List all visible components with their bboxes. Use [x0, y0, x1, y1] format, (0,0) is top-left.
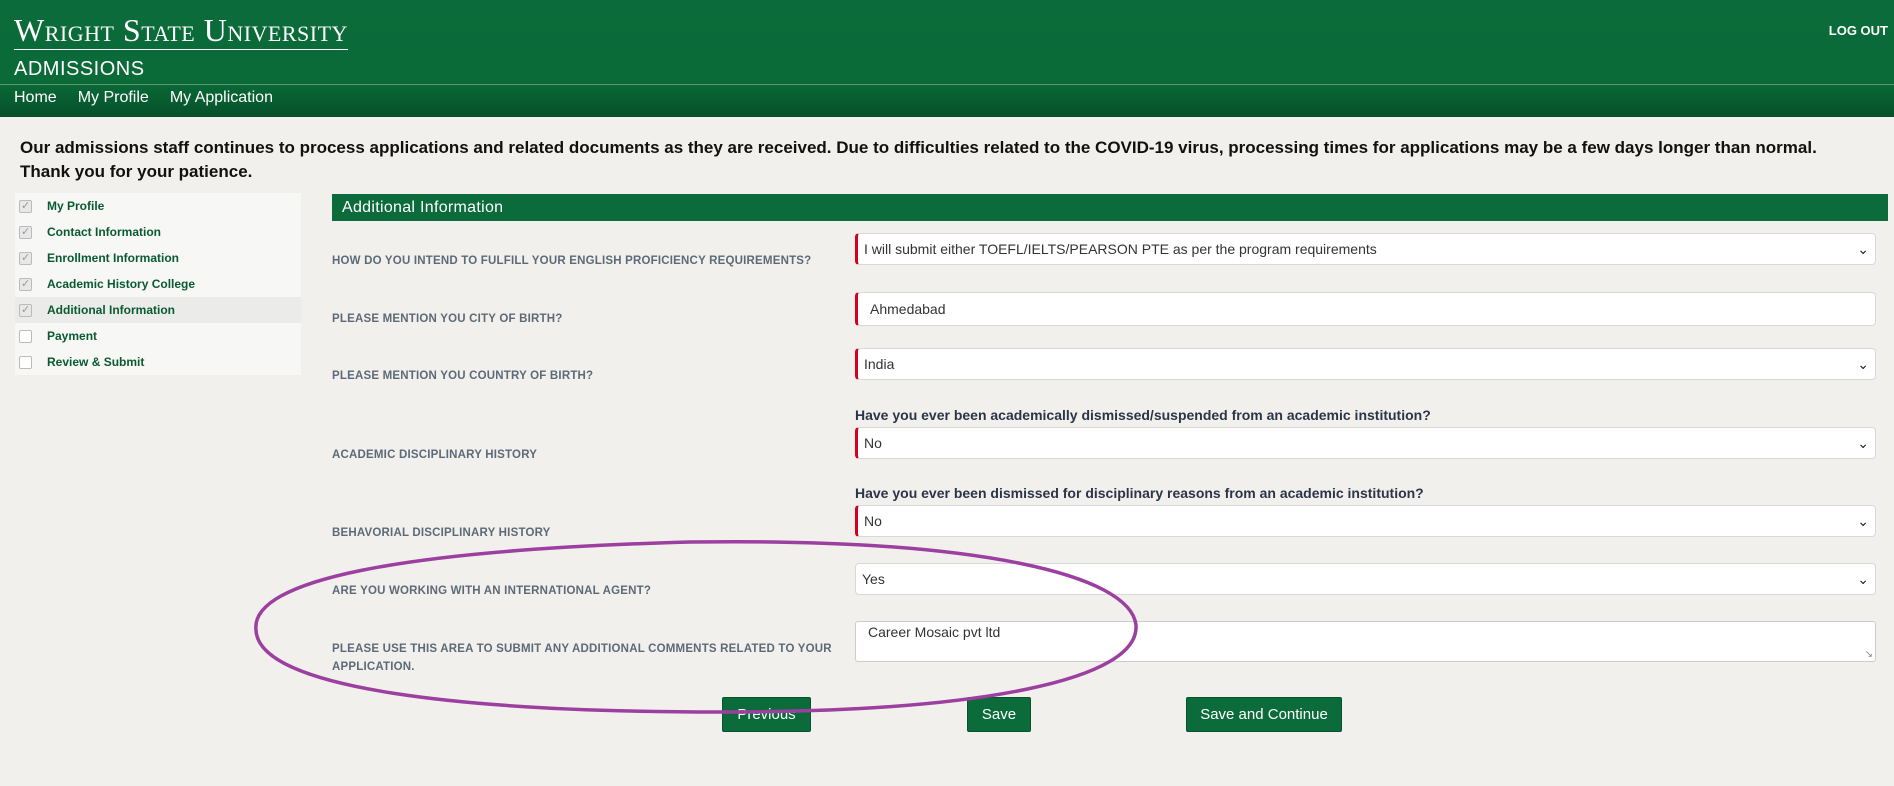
checkbox-icon: [19, 251, 32, 265]
country-of-birth-select[interactable]: India ⌄: [855, 348, 1876, 380]
chevron-down-icon: ⌄: [1857, 435, 1869, 451]
chevron-down-icon: ⌄: [1857, 513, 1869, 529]
save-and-continue-button[interactable]: Save and Continue: [1186, 697, 1342, 732]
sidebar-item-academic-history-college[interactable]: Academic History College: [15, 271, 301, 297]
international-agent-select[interactable]: Yes ⌄: [855, 563, 1876, 595]
city-of-birth-label: PLEASE MENTION YOU CITY OF BIRTH?: [332, 313, 563, 325]
chevron-down-icon: ⌄: [1857, 571, 1869, 587]
country-of-birth-value: India: [864, 356, 895, 372]
additional-comments-textarea[interactable]: Career Mosaic pvt ltd ↘: [855, 621, 1876, 662]
disciplinary-dismissal-question: Have you ever been dismissed for discipl…: [855, 485, 1424, 501]
logout-link[interactable]: LOG OUT: [1829, 23, 1888, 38]
additional-comments-label: PLEASE USE THIS AREA TO SUBMIT ANY ADDIT…: [332, 640, 832, 676]
checkbox-icon: [19, 329, 32, 343]
nav-my-application[interactable]: My Application: [170, 89, 273, 107]
checkbox-icon: [19, 303, 32, 317]
sidebar-item-contact-information[interactable]: Contact Information: [15, 219, 301, 245]
previous-button[interactable]: Previous: [722, 697, 811, 732]
university-logo[interactable]: Wright State University: [14, 12, 348, 50]
resize-handle-icon[interactable]: ↘: [1865, 649, 1873, 660]
academic-disciplinary-value: No: [864, 435, 882, 451]
academic-dismissal-question: Have you ever been academically dismisse…: [855, 407, 1431, 423]
academic-disciplinary-label: ACADEMIC DISCIPLINARY HISTORY: [332, 449, 538, 461]
checkbox-icon: [19, 277, 32, 291]
checkbox-icon: [19, 199, 32, 213]
section-title: Additional Information: [332, 194, 1888, 221]
top-nav: Home My Profile My Application: [14, 89, 273, 107]
english-proficiency-label: HOW DO YOU INTEND TO FULFILL YOUR ENGLIS…: [332, 255, 812, 267]
additional-comments-value: Career Mosaic pvt ltd: [868, 624, 1001, 640]
checkbox-icon: [19, 355, 32, 369]
sidebar-item-label: Additional Information: [47, 303, 175, 317]
international-agent-label: ARE YOU WORKING WITH AN INTERNATIONAL AG…: [332, 585, 652, 597]
sidebar-item-label: Academic History College: [47, 277, 196, 291]
sidebar-item-label: My Profile: [47, 199, 105, 213]
covid-notice: Our admissions staff continues to proces…: [20, 138, 1817, 181]
sidebar-item-payment[interactable]: Payment: [15, 323, 301, 349]
english-proficiency-select[interactable]: I will submit either TOEFL/IELTS/PEARSON…: [855, 233, 1876, 265]
nav-home[interactable]: Home: [14, 89, 57, 107]
behavioral-disciplinary-value: No: [864, 513, 882, 529]
site-header: Wright State University ADMISSIONS LOG O…: [0, 0, 1894, 117]
header-divider: [0, 84, 1894, 85]
behavioral-disciplinary-label: BEHAVORIAL DISCIPLINARY HISTORY: [332, 527, 551, 539]
checkbox-icon: [19, 225, 32, 239]
academic-disciplinary-select[interactable]: No ⌄: [855, 427, 1876, 459]
sidebar-item-my-profile[interactable]: My Profile: [15, 193, 301, 219]
progress-sidebar: My Profile Contact Information Enrollmen…: [15, 193, 301, 375]
sidebar-item-additional-information[interactable]: Additional Information: [15, 297, 301, 323]
english-proficiency-value: I will submit either TOEFL/IELTS/PEARSON…: [864, 241, 1377, 257]
sidebar-item-label: Contact Information: [47, 225, 161, 239]
sidebar-item-review-submit[interactable]: Review & Submit: [15, 349, 301, 375]
city-of-birth-input[interactable]: Ahmedabad: [855, 292, 1876, 326]
city-of-birth-value: Ahmedabad: [870, 301, 946, 317]
nav-my-profile[interactable]: My Profile: [78, 89, 149, 107]
international-agent-value: Yes: [862, 571, 885, 587]
sidebar-item-label: Payment: [47, 329, 98, 343]
behavioral-disciplinary-select[interactable]: No ⌄: [855, 505, 1876, 537]
additional-comments-label-line1: PLEASE USE THIS AREA TO SUBMIT ANY ADDIT…: [332, 643, 832, 655]
chevron-down-icon: ⌄: [1857, 356, 1869, 372]
admissions-subtitle: ADMISSIONS: [14, 58, 145, 80]
chevron-down-icon: ⌄: [1857, 241, 1869, 257]
additional-comments-label-line2: APPLICATION.: [332, 661, 415, 673]
save-button[interactable]: Save: [967, 697, 1031, 732]
sidebar-item-label: Enrollment Information: [47, 251, 179, 265]
country-of-birth-label: PLEASE MENTION YOU COUNTRY OF BIRTH?: [332, 370, 594, 382]
annotation-ellipse: [254, 539, 1138, 714]
sidebar-item-label: Review & Submit: [47, 355, 145, 369]
sidebar-item-enrollment-information[interactable]: Enrollment Information: [15, 245, 301, 271]
